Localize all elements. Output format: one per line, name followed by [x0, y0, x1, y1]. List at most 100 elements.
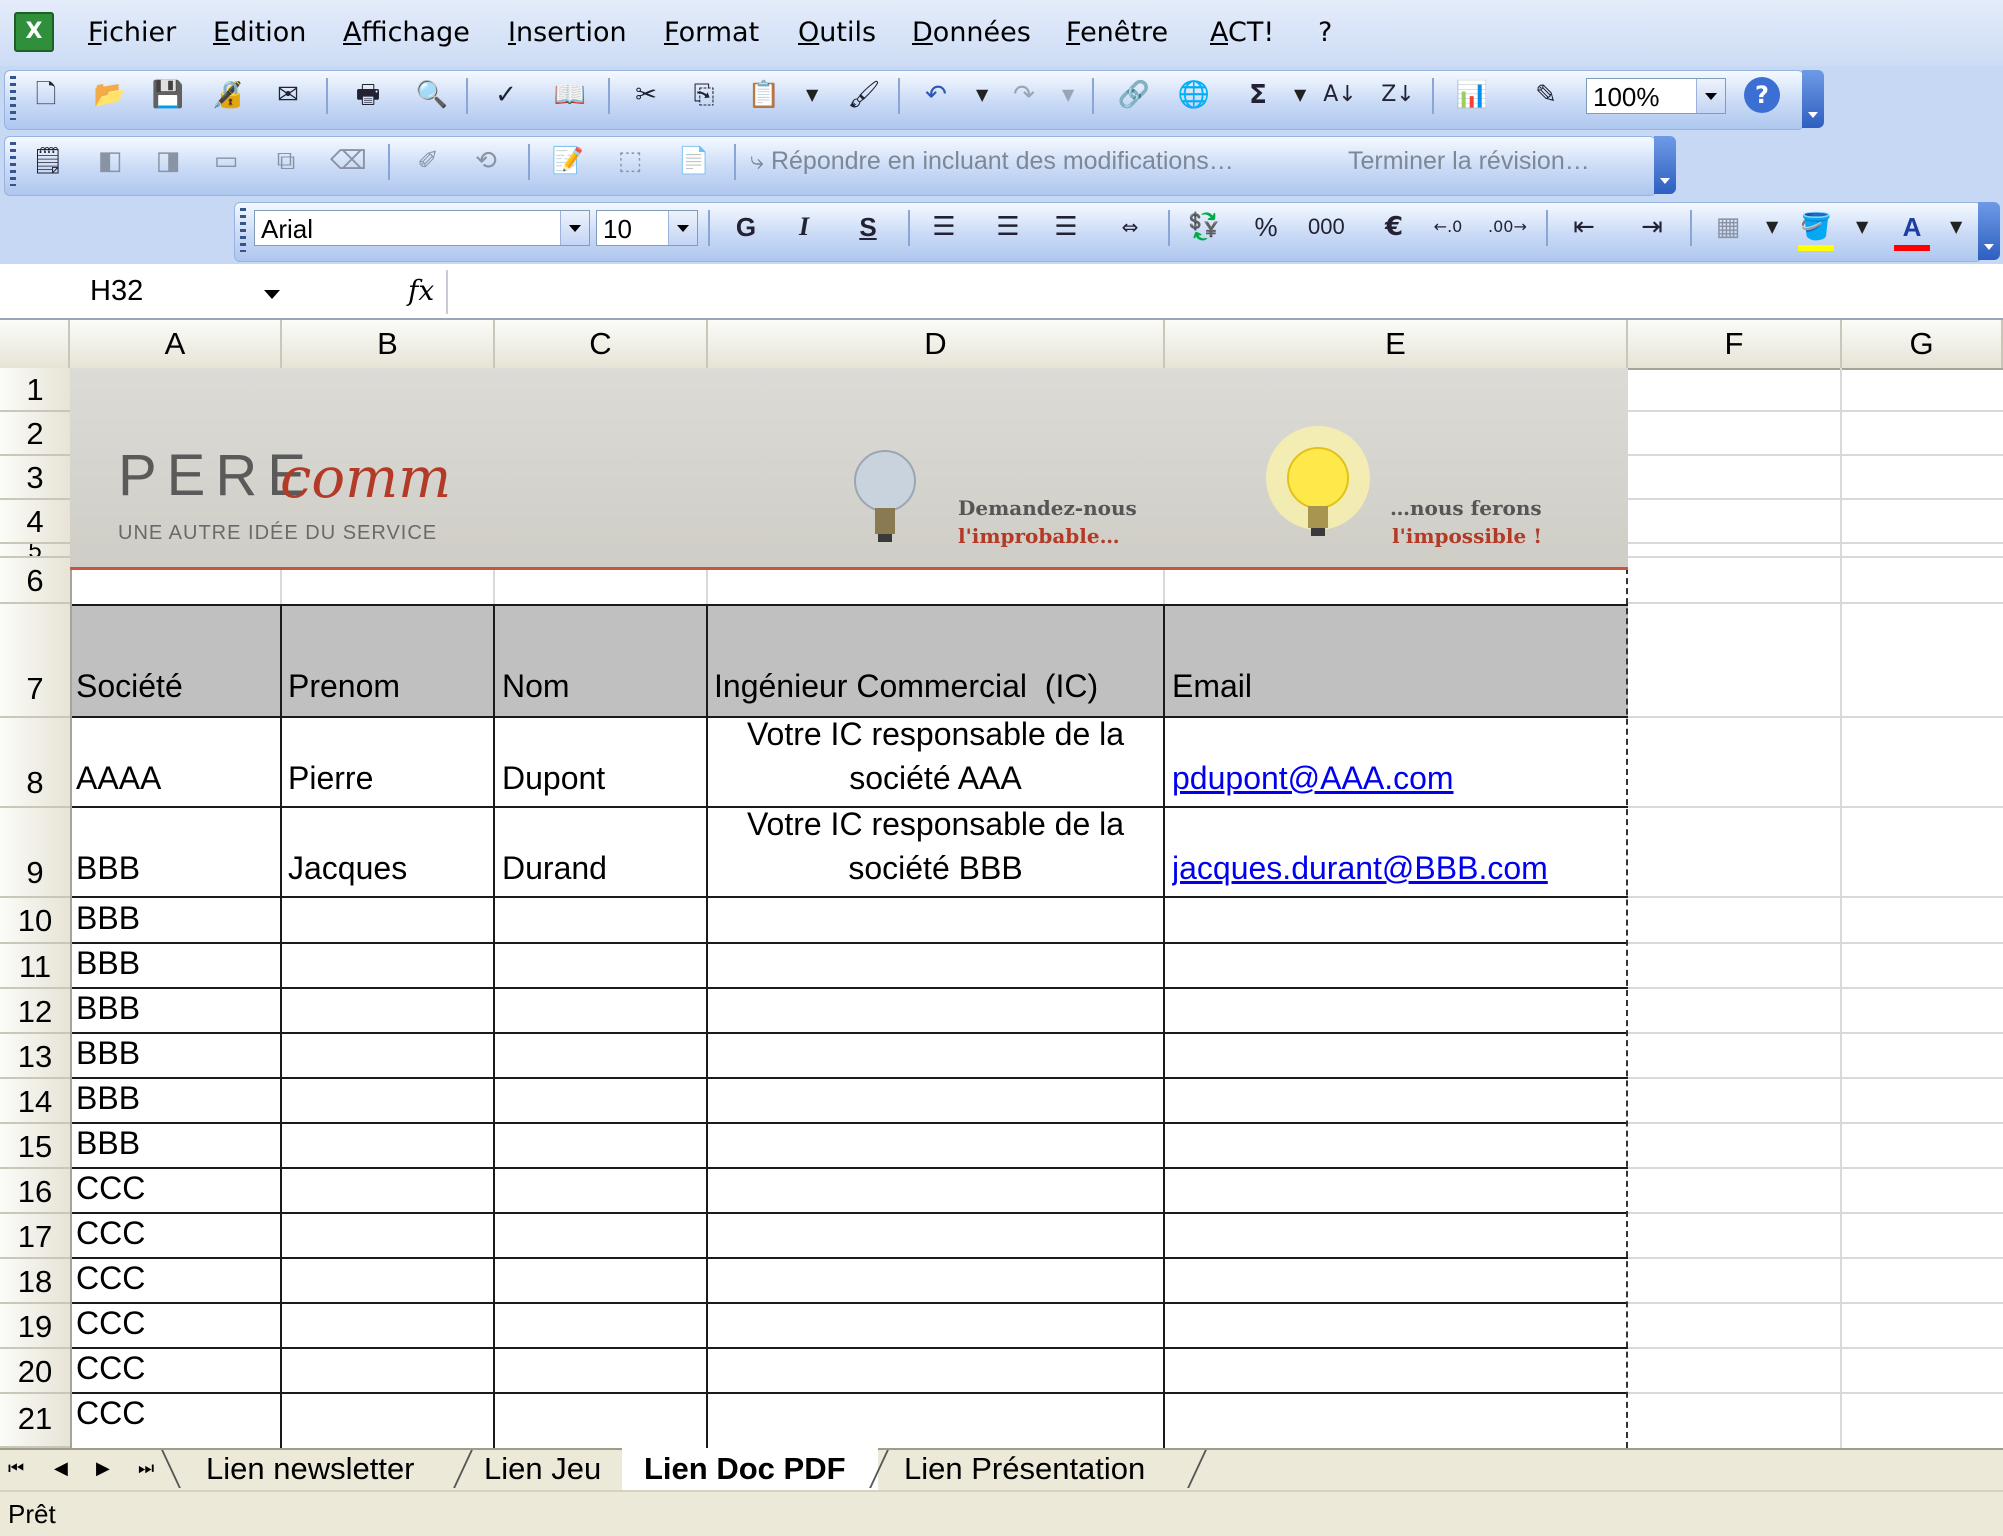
redo-dropdown-arrow[interactable]: ▼	[1062, 80, 1074, 110]
row-header-18[interactable]: 18	[0, 1259, 70, 1304]
row-header-12[interactable]: 12	[0, 989, 70, 1034]
chevron-down-icon[interactable]	[668, 211, 697, 245]
fill-color-dropdown-arrow[interactable]: ▼	[1856, 212, 1868, 242]
increase-indent-icon[interactable]: ⇥	[1634, 209, 1670, 245]
drawing-icon[interactable]: ✎	[1528, 77, 1564, 113]
merge-center-icon[interactable]: ⇔	[1112, 209, 1148, 245]
header-cell-email[interactable]: Email	[1172, 668, 1252, 705]
print-icon[interactable]: 🖶	[350, 77, 386, 113]
email-link-row9[interactable]: jacques.durant@BBB.com	[1172, 850, 1548, 887]
font-size-select[interactable]: 10	[596, 210, 698, 246]
create-task-icon[interactable]: 📝	[550, 143, 586, 179]
column-header-a[interactable]: A	[70, 320, 282, 368]
first-sheet-icon[interactable]: ⏮	[8, 1456, 24, 1482]
format-painter-icon[interactable]: 🖌	[846, 77, 882, 113]
menu-fichier[interactable]: Fichier	[88, 0, 176, 66]
cut-icon[interactable]: ✂	[628, 77, 664, 113]
row-header-13[interactable]: 13	[0, 1034, 70, 1079]
decrease-decimal-icon[interactable]: .00→	[1488, 209, 1527, 245]
new-icon[interactable]: 🗋	[28, 77, 64, 113]
cell-b9[interactable]: Jacques	[288, 850, 407, 887]
cell-b8[interactable]: Pierre	[288, 760, 373, 797]
decrease-indent-icon[interactable]: ⇤	[1566, 209, 1602, 245]
cell-d9-line2[interactable]: société BBB	[708, 850, 1163, 887]
new-comment-icon[interactable]: 🗒	[30, 143, 66, 179]
row-header-14[interactable]: 14	[0, 1079, 70, 1124]
column-header-f[interactable]: F	[1628, 320, 1842, 368]
row-header-3[interactable]: 3	[0, 456, 70, 500]
row-header-2[interactable]: 2	[0, 412, 70, 456]
euro-style-button[interactable]: €	[1376, 209, 1412, 245]
cell-a16[interactable]: CCC	[76, 1170, 145, 1207]
name-box[interactable]: H32	[0, 266, 244, 316]
header-cell-prenom[interactable]: Prenom	[288, 668, 400, 705]
cell-c9[interactable]: Durand	[502, 850, 607, 887]
tab-lien-presentation[interactable]: Lien Présentation	[904, 1450, 1145, 1488]
previous-sheet-icon[interactable]: ◀	[54, 1456, 68, 1482]
open-icon[interactable]: 📂	[92, 77, 128, 113]
row-header-16[interactable]: 16	[0, 1169, 70, 1214]
previous-comment-icon[interactable]: ◧	[92, 143, 128, 179]
cell-d8-line1[interactable]: Votre IC responsable de la	[708, 716, 1163, 753]
toolbar-options-chevron-icon[interactable]	[1802, 70, 1824, 128]
align-right-icon[interactable]: ☰	[1048, 209, 1084, 245]
show-comment-icon[interactable]: ▭	[208, 143, 244, 179]
column-header-d[interactable]: D	[708, 320, 1165, 368]
cell-c8[interactable]: Dupont	[502, 760, 605, 797]
last-sheet-icon[interactable]: ⏭	[138, 1456, 154, 1482]
autosum-icon[interactable]: Σ	[1240, 77, 1276, 113]
cell-a14[interactable]: BBB	[76, 1080, 140, 1117]
cell-a11[interactable]: BBB	[76, 945, 140, 982]
excel-app-icon[interactable]: X	[14, 12, 54, 52]
send-to-icon[interactable]: 📄	[676, 143, 712, 179]
euro-conversion-icon[interactable]: 🌐	[1176, 77, 1212, 113]
align-left-icon[interactable]: ☰	[926, 209, 962, 245]
reject-change-icon[interactable]: ⟲	[468, 143, 504, 179]
menu-affichage[interactable]: Affichage	[343, 0, 470, 66]
next-sheet-icon[interactable]: ▶	[96, 1456, 110, 1482]
chevron-down-icon[interactable]	[1696, 79, 1725, 113]
permission-icon[interactable]: 🔏	[210, 77, 246, 113]
menu-fenetre[interactable]: Fenêtre	[1066, 0, 1168, 66]
email-link-row8[interactable]: pdupont@AAA.com	[1172, 760, 1454, 797]
increase-decimal-icon[interactable]: ←.0	[1430, 209, 1466, 245]
update-file-icon[interactable]: ⬚	[612, 143, 648, 179]
row-header-15[interactable]: 15	[0, 1124, 70, 1169]
redo-icon[interactable]: ↷	[1006, 77, 1042, 113]
header-cell-nom[interactable]: Nom	[502, 668, 570, 705]
borders-dropdown-arrow[interactable]: ▼	[1766, 212, 1778, 242]
cell-a21[interactable]: CCC	[76, 1395, 145, 1432]
column-header-c[interactable]: C	[495, 320, 708, 368]
spelling-icon[interactable]: ✓	[488, 77, 524, 113]
font-color-button[interactable]: A	[1894, 209, 1930, 251]
row-header-7[interactable]: 7	[0, 604, 70, 718]
cell-a8[interactable]: AAAA	[76, 760, 161, 797]
menu-act[interactable]: ACT!	[1210, 0, 1274, 66]
cell-d9-line1[interactable]: Votre IC responsable de la	[708, 806, 1163, 843]
sort-descending-icon[interactable]: Z↓	[1380, 77, 1416, 113]
cell-a17[interactable]: CCC	[76, 1215, 145, 1252]
cell-a10[interactable]: BBB	[76, 900, 140, 937]
cell-a19[interactable]: CCC	[76, 1305, 145, 1342]
row-header-17[interactable]: 17	[0, 1214, 70, 1259]
print-preview-icon[interactable]: 🔍	[414, 77, 450, 113]
research-icon[interactable]: 📖	[552, 77, 588, 113]
underline-button[interactable]: S	[850, 209, 886, 245]
reply-with-changes-button[interactable]: ⤷ Répondre en incluant des modifications…	[750, 143, 1234, 179]
row-header-19[interactable]: 19	[0, 1304, 70, 1349]
undo-icon[interactable]: ↶	[918, 77, 954, 113]
toolbar-grip[interactable]	[10, 142, 16, 186]
copy-icon[interactable]: ⎘	[686, 77, 722, 113]
menu-format[interactable]: Format	[664, 0, 759, 66]
formula-input[interactable]	[460, 270, 1990, 314]
header-cell-ic[interactable]: Ingénieur Commercial (IC)	[714, 668, 1098, 705]
cell-a20[interactable]: CCC	[76, 1350, 145, 1387]
borders-icon[interactable]: ▦	[1710, 209, 1746, 245]
paste-dropdown-arrow[interactable]: ▼	[806, 80, 818, 110]
sort-ascending-icon[interactable]: A↓	[1322, 77, 1358, 113]
bold-button[interactable]: G	[728, 209, 764, 245]
chevron-down-icon[interactable]	[560, 211, 589, 245]
row-header-6[interactable]: 6	[0, 558, 70, 604]
row-header-21[interactable]: 21	[0, 1394, 70, 1448]
row-header-20[interactable]: 20	[0, 1349, 70, 1394]
